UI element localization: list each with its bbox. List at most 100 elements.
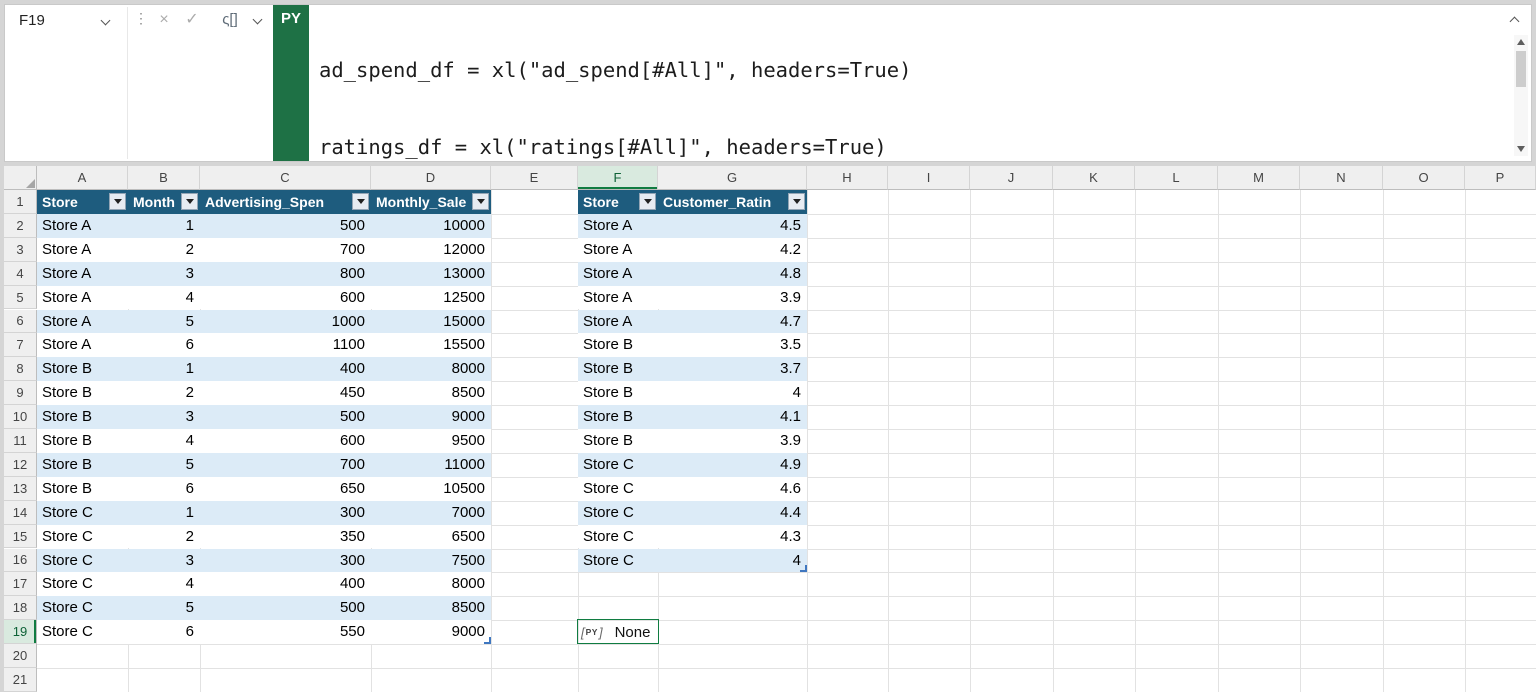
cancel-button[interactable]: ×	[151, 8, 177, 32]
cell-D13[interactable]: 10500	[371, 477, 491, 501]
filter-dropdown-button[interactable]	[109, 193, 126, 210]
cell-F12[interactable]: Store C	[578, 453, 658, 477]
column-header-O[interactable]: O	[1383, 166, 1465, 190]
cell-A8[interactable]: Store B	[37, 357, 128, 381]
cell-C15[interactable]: 350	[200, 525, 371, 549]
column-header-B[interactable]: B	[128, 166, 200, 190]
filter-dropdown-button[interactable]	[352, 193, 369, 210]
cell-F8[interactable]: Store B	[578, 357, 658, 381]
cell-A15[interactable]: Store C	[37, 525, 128, 549]
cell-B3[interactable]: 2	[128, 238, 200, 262]
cell-F2[interactable]: Store A	[578, 214, 658, 238]
column-header-N[interactable]: N	[1300, 166, 1383, 190]
table-header-ad_spend-2[interactable]: Advertising_Spen	[200, 190, 371, 214]
table-header-ad_spend-1[interactable]: Month	[128, 190, 200, 214]
cell-D17[interactable]: 8000	[371, 572, 491, 596]
cell-F9[interactable]: Store B	[578, 381, 658, 405]
row-header-2[interactable]: 2	[4, 214, 37, 238]
filter-dropdown-button[interactable]	[472, 193, 489, 210]
table-header-ad_spend-0[interactable]: Store	[37, 190, 128, 214]
row-header-14[interactable]: 14	[4, 501, 37, 525]
cell-C19[interactable]: 550	[200, 620, 371, 644]
cell-D3[interactable]: 12000	[371, 238, 491, 262]
cell-D7[interactable]: 15500	[371, 333, 491, 357]
row-header-3[interactable]: 3	[4, 238, 37, 262]
cell-C5[interactable]: 600	[200, 286, 371, 310]
row-header-16[interactable]: 16	[4, 549, 37, 573]
column-header-A[interactable]: A	[37, 166, 128, 190]
cell-D15[interactable]: 6500	[371, 525, 491, 549]
cell-A16[interactable]: Store C	[37, 549, 128, 573]
cell-F11[interactable]: Store B	[578, 429, 658, 453]
cell-C17[interactable]: 400	[200, 572, 371, 596]
cell-G9[interactable]: 4	[658, 381, 807, 405]
cell-F7[interactable]: Store B	[578, 333, 658, 357]
name-box[interactable]: F19	[11, 8, 117, 32]
table-resize-handle-ratings[interactable]	[800, 565, 807, 572]
row-header-8[interactable]: 8	[4, 357, 37, 381]
cell-G7[interactable]: 3.5	[658, 333, 807, 357]
cell-B14[interactable]: 1	[128, 501, 200, 525]
cell-C14[interactable]: 300	[200, 501, 371, 525]
column-header-K[interactable]: K	[1053, 166, 1135, 190]
cell-C7[interactable]: 1100	[200, 333, 371, 357]
cell-C9[interactable]: 450	[200, 381, 371, 405]
cell-B6[interactable]: 5	[128, 310, 200, 334]
cell-A19[interactable]: Store C	[37, 620, 128, 644]
cell-D16[interactable]: 7500	[371, 549, 491, 573]
cell-A11[interactable]: Store B	[37, 429, 128, 453]
cell-A3[interactable]: Store A	[37, 238, 128, 262]
formula-bar-scrollbar[interactable]	[1514, 35, 1528, 156]
cell-D5[interactable]: 12500	[371, 286, 491, 310]
cell-F15[interactable]: Store C	[578, 525, 658, 549]
row-header-17[interactable]: 17	[4, 572, 37, 596]
column-header-L[interactable]: L	[1135, 166, 1218, 190]
column-header-P[interactable]: P	[1465, 166, 1536, 190]
cell-G8[interactable]: 3.7	[658, 357, 807, 381]
column-header-E[interactable]: E	[491, 166, 578, 190]
cell-G16[interactable]: 4	[658, 549, 807, 573]
column-header-F[interactable]: F	[578, 166, 658, 190]
cell-A2[interactable]: Store A	[37, 214, 128, 238]
cell-G6[interactable]: 4.7	[658, 310, 807, 334]
cell-C4[interactable]: 800	[200, 262, 371, 286]
filter-dropdown-button[interactable]	[788, 193, 805, 210]
cell-C18[interactable]: 500	[200, 596, 371, 620]
cell-D18[interactable]: 8500	[371, 596, 491, 620]
cell-C11[interactable]: 600	[200, 429, 371, 453]
cell-B10[interactable]: 3	[128, 405, 200, 429]
cell-B16[interactable]: 3	[128, 549, 200, 573]
cell-B13[interactable]: 6	[128, 477, 200, 501]
row-header-4[interactable]: 4	[4, 262, 37, 286]
table-header-ad_spend-3[interactable]: Monthly_Sale	[371, 190, 491, 214]
cell-C8[interactable]: 400	[200, 357, 371, 381]
row-header-11[interactable]: 11	[4, 429, 37, 453]
column-header-M[interactable]: M	[1218, 166, 1300, 190]
cell-D8[interactable]: 8000	[371, 357, 491, 381]
cell-C10[interactable]: 500	[200, 405, 371, 429]
row-header-13[interactable]: 13	[4, 477, 37, 501]
cell-A14[interactable]: Store C	[37, 501, 128, 525]
cell-B12[interactable]: 5	[128, 453, 200, 477]
row-header-19[interactable]: 19	[4, 620, 37, 644]
cell-A5[interactable]: Store A	[37, 286, 128, 310]
cell-G15[interactable]: 4.3	[658, 525, 807, 549]
column-header-G[interactable]: G	[658, 166, 807, 190]
cell-D12[interactable]: 11000	[371, 453, 491, 477]
cell-G12[interactable]: 4.9	[658, 453, 807, 477]
cell-D4[interactable]: 13000	[371, 262, 491, 286]
cell-C6[interactable]: 1000	[200, 310, 371, 334]
cell-B8[interactable]: 1	[128, 357, 200, 381]
row-header-18[interactable]: 18	[4, 596, 37, 620]
cell-C13[interactable]: 650	[200, 477, 371, 501]
cell-F13[interactable]: Store C	[578, 477, 658, 501]
table-header-ratings-0[interactable]: Store	[578, 190, 658, 214]
filter-dropdown-button[interactable]	[639, 193, 656, 210]
cell-A9[interactable]: Store B	[37, 381, 128, 405]
cell-D2[interactable]: 10000	[371, 214, 491, 238]
cell-B17[interactable]: 4	[128, 572, 200, 596]
select-all-corner[interactable]	[4, 166, 37, 190]
cell-A4[interactable]: Store A	[37, 262, 128, 286]
cell-F10[interactable]: Store B	[578, 405, 658, 429]
cell-B2[interactable]: 1	[128, 214, 200, 238]
